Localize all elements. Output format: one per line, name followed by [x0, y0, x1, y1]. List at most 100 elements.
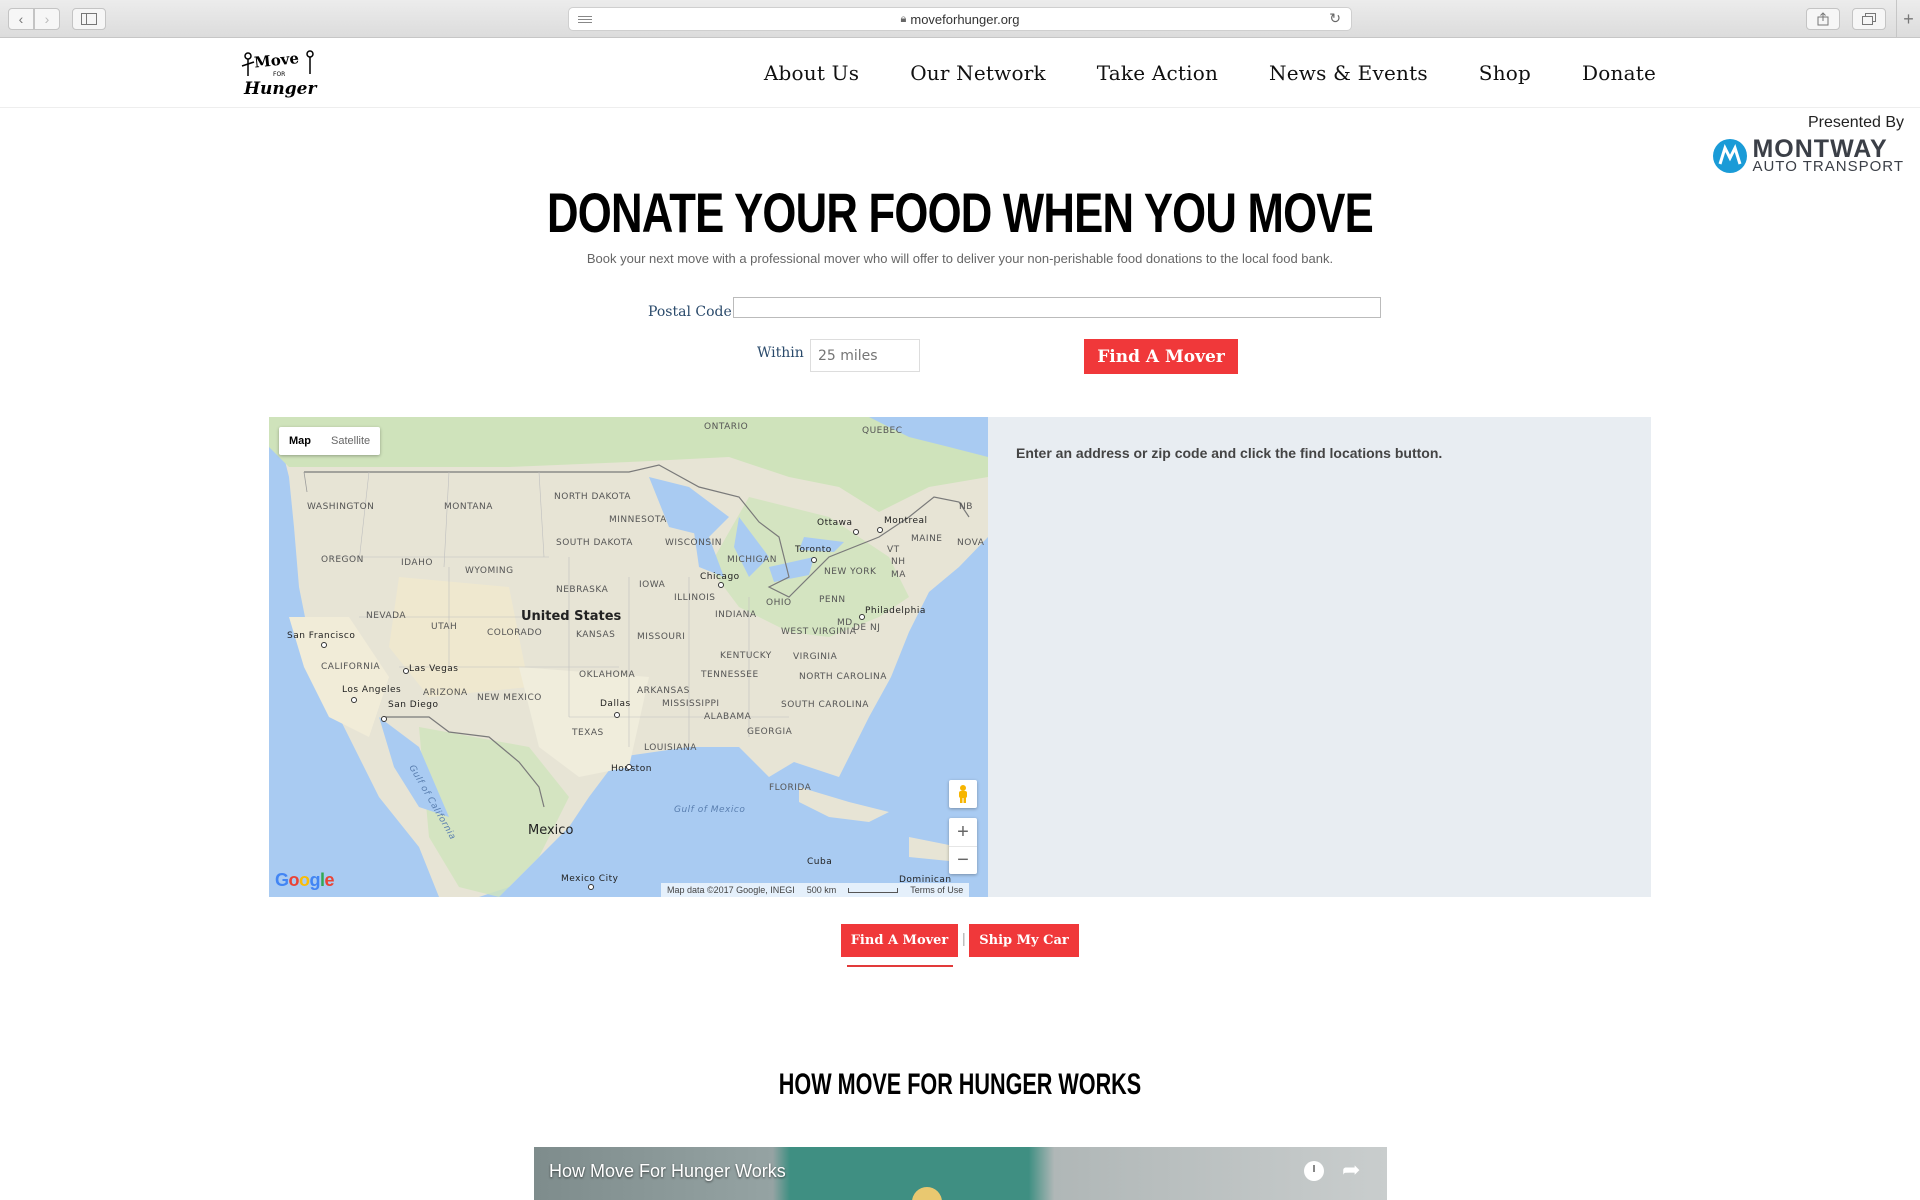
within-label: Within	[757, 345, 804, 361]
active-tab-underline	[847, 965, 953, 967]
map-label-nb: NB	[959, 502, 973, 512]
find-mover-tab-button[interactable]: Find A Mover	[841, 924, 958, 957]
forward-button[interactable]: ›	[34, 8, 60, 30]
find-mover-button[interactable]: Find A Mover	[1084, 339, 1238, 374]
address-bar[interactable]: 🔒︎ moveforhunger.org ↻	[568, 7, 1352, 31]
map-label-las-vegas: Las Vegas	[409, 664, 459, 674]
map-label-tennessee: TENNESSEE	[700, 670, 759, 680]
sidebar-icon	[81, 13, 97, 25]
map-label-nova: NOVA	[957, 538, 985, 548]
map-label-nebraska: NEBRASKA	[556, 585, 609, 595]
map-label-quebec: QUEBEC	[862, 426, 903, 436]
button-separator: |	[962, 930, 966, 946]
video-player[interactable]: How Move For Hunger Works ➦	[534, 1147, 1387, 1200]
map-label-cuba: Cuba	[807, 857, 832, 867]
map-label-missouri: MISSOURI	[637, 632, 685, 642]
map-label-texas: TEXAS	[571, 728, 604, 738]
postal-code-input[interactable]	[733, 297, 1381, 318]
map-type-satellite-button[interactable]: Satellite	[321, 427, 380, 455]
map-label-illinois: ILLINOIS	[674, 593, 716, 603]
svg-text:FOR: FOR	[273, 71, 285, 78]
plus-icon: +	[957, 820, 969, 843]
presented-by-label: Presented By	[1807, 114, 1904, 131]
map-label-dallas: Dallas	[600, 699, 631, 709]
map-label-ma: MA	[891, 570, 906, 580]
map-label-oklahoma: OKLAHOMA	[579, 670, 635, 680]
zoom-out-button[interactable]: −	[949, 846, 977, 874]
map-label-toronto: Toronto	[794, 545, 832, 555]
map-label-nevada: NEVADA	[366, 611, 406, 621]
sidebar-toggle-button[interactable]	[72, 8, 106, 30]
reader-icon	[578, 14, 592, 25]
watch-later-icon[interactable]	[1304, 1161, 1324, 1181]
map-label-arizona: ARIZONA	[423, 688, 468, 698]
results-panel: Enter an address or zip code and click t…	[988, 417, 1651, 897]
montway-logo-icon	[1713, 139, 1748, 173]
map-label-mississippi: MISSISSIPPI	[662, 699, 720, 709]
map-label-louisiana: LOUISIANA	[644, 743, 697, 753]
page-title: Donate Your Food When You Move	[547, 181, 1374, 244]
map-label-new-mexico: NEW MEXICO	[477, 693, 542, 703]
map-label-indiana: INDIANA	[715, 610, 757, 620]
zoom-in-button[interactable]: +	[949, 818, 977, 846]
results-instructions: Enter an address or zip code and click t…	[1016, 445, 1443, 461]
map-label-vt: VT	[887, 545, 900, 555]
tabs-icon	[1862, 13, 1876, 25]
site-header: Move FOR Hunger About Us Our Network Tak…	[0, 38, 1920, 108]
video-title[interactable]: How Move For Hunger Works	[549, 1161, 786, 1182]
sponsor-block[interactable]: Presented By MONTWAY AUTO TRANSPORT	[1704, 114, 1904, 180]
tab-overview-button[interactable]	[1852, 8, 1886, 30]
map-label-utah: UTAH	[431, 622, 457, 632]
nav-donate[interactable]: Donate	[1582, 61, 1656, 85]
map-label-united-states: United States	[521, 609, 622, 624]
lock-icon: 🔒︎	[900, 12, 907, 25]
nav-about-us[interactable]: About Us	[764, 61, 859, 85]
map-label-new-york: NEW YORK	[824, 567, 877, 577]
map-label-kentucky: KENTUCKY	[720, 651, 772, 661]
street-view-button[interactable]	[949, 780, 977, 808]
map-label-san-francisco: San Francisco	[287, 631, 355, 641]
map-scale-label: 500 km	[806, 885, 837, 895]
map-label-gulf-of-mexico: Gulf of Mexico	[674, 805, 745, 815]
map-label-west-virginia: WEST VIRGINIA	[781, 627, 857, 637]
map-label-de-nj: DE NJ	[853, 623, 880, 633]
how-it-works-title: How Move For Hunger Works	[778, 1068, 1142, 1101]
nav-shop[interactable]: Shop	[1479, 61, 1531, 85]
map-label-washington: WASHINGTON	[307, 502, 374, 512]
map-type-control: Map Satellite	[279, 427, 381, 455]
new-tab-button[interactable]: +	[1896, 0, 1920, 38]
map-label-oregon: OREGON	[321, 555, 364, 565]
minus-icon: −	[957, 849, 969, 871]
chevron-right-icon: ›	[44, 11, 50, 27]
map-label-san-diego: San Diego	[388, 700, 438, 710]
back-button[interactable]: ‹	[8, 8, 34, 30]
share-arrow-icon[interactable]: ➦	[1342, 1157, 1360, 1183]
google-map[interactable]: ONTARIO QUEBEC WASHINGTON MONTANA NORTH …	[269, 417, 988, 897]
map-type-map-button[interactable]: Map	[279, 427, 321, 455]
google-logo[interactable]: Google	[275, 870, 335, 891]
map-label-penn: PENN	[819, 595, 846, 605]
map-label-florida: FLORIDA	[769, 783, 812, 793]
nav-take-action[interactable]: Take Action	[1097, 61, 1218, 85]
reload-icon[interactable]: ↻	[1329, 10, 1341, 27]
map-label-wyoming: WYOMING	[465, 566, 514, 576]
map-label-philadelphia: Philadelphia	[865, 606, 926, 616]
video-thumbnail-graphic	[912, 1187, 942, 1200]
map-label-georgia: GEORGIA	[747, 727, 793, 737]
nav-our-network[interactable]: Our Network	[910, 61, 1046, 85]
within-distance-input[interactable]	[810, 339, 920, 372]
share-button[interactable]	[1806, 8, 1840, 30]
map-data-credit: Map data ©2017 Google, INEGI	[667, 885, 795, 895]
svg-text:Move: Move	[253, 49, 300, 72]
map-label-mexico: Mexico	[528, 823, 573, 838]
ship-my-car-button[interactable]: Ship My Car	[969, 924, 1079, 957]
move-for-hunger-logo[interactable]: Move FOR Hunger	[240, 46, 330, 98]
map-label-nh: NH	[891, 557, 906, 567]
map-label-ohio: OHIO	[766, 598, 792, 608]
nav-news-events[interactable]: News & Events	[1269, 61, 1428, 85]
terms-of-use-link[interactable]: Terms of Use	[910, 885, 963, 895]
map-label-south-carolina: SOUTH CAROLINA	[781, 700, 869, 710]
map-scale-bar	[848, 887, 899, 893]
map-label-mexico-city: Mexico City	[561, 874, 619, 884]
pegman-icon	[959, 785, 967, 803]
